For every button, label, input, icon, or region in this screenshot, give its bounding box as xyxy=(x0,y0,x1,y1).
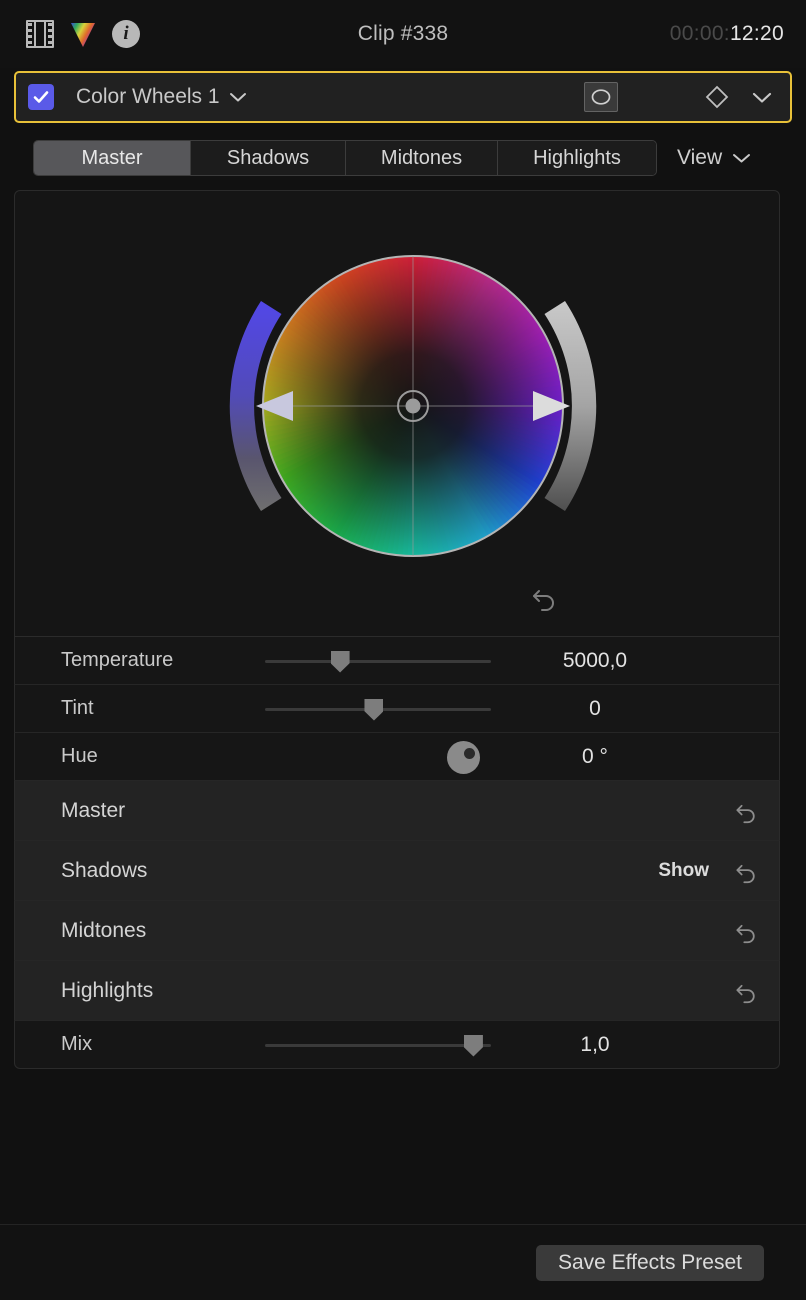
inspector-header: i Clip #338 00:00:12:20 xyxy=(0,0,806,68)
reset-arrow-icon[interactable] xyxy=(731,796,761,826)
master-color-wheel[interactable] xyxy=(193,211,633,601)
shadows-show-button[interactable]: Show xyxy=(658,860,709,882)
slider-track xyxy=(265,1043,491,1047)
section-midtones[interactable]: Midtones xyxy=(14,901,780,961)
temperature-value[interactable]: 5000,0 xyxy=(515,649,675,673)
mix-label: Mix xyxy=(61,1033,93,1055)
mix-value[interactable]: 1,0 xyxy=(515,1033,675,1057)
color-wheels-inspector: i Clip #338 00:00:12:20 Color Wheels 1 M… xyxy=(0,0,806,1300)
temperature-slider[interactable] xyxy=(265,637,491,685)
tab-highlights[interactable]: Highlights xyxy=(498,141,656,175)
tint-label: Tint xyxy=(61,697,94,719)
temperature-label: Temperature xyxy=(61,649,174,671)
inspector-footer: Save Effects Preset xyxy=(0,1224,806,1300)
tint-value[interactable]: 0 xyxy=(515,697,675,721)
wheel-tab-bar: Master Shadows Midtones Highlights View xyxy=(0,133,806,183)
timecode-lit: 12:20 xyxy=(729,22,784,45)
effect-header-row[interactable]: Color Wheels 1 xyxy=(14,71,792,123)
section-highlights[interactable]: Highlights xyxy=(14,961,780,1021)
effect-name-label: Color Wheels 1 xyxy=(76,85,220,108)
tab-master[interactable]: Master xyxy=(34,141,191,175)
row-temperature: Temperature 5000,0 xyxy=(14,637,780,685)
reset-arrow-icon[interactable] xyxy=(731,856,761,886)
slider-thumb[interactable] xyxy=(364,698,384,721)
timecode-dim: 00:00: xyxy=(669,22,730,45)
section-master[interactable]: Master xyxy=(14,781,780,841)
row-hue: Hue 0 ° xyxy=(14,733,780,781)
reset-arrow-icon[interactable] xyxy=(731,916,761,946)
slider-track xyxy=(265,659,491,663)
parameter-rows: Temperature 5000,0 Tint 0 Hue 0 ° Master xyxy=(14,637,780,1069)
section-master-label: Master xyxy=(61,798,126,822)
row-tint: Tint 0 xyxy=(14,685,780,733)
section-highlights-label: Highlights xyxy=(61,978,154,1002)
section-shadows[interactable]: Shadows Show xyxy=(14,841,780,901)
section-shadows-label: Shadows xyxy=(61,858,148,882)
tab-midtones[interactable]: Midtones xyxy=(346,141,498,175)
shape-mask-icon[interactable] xyxy=(584,82,618,112)
slider-thumb[interactable] xyxy=(330,650,350,673)
save-effects-preset-button[interactable]: Save Effects Preset xyxy=(535,1244,764,1281)
effect-collapse-chevron-down-icon[interactable] xyxy=(752,91,772,104)
diamond-keyframe-icon[interactable] xyxy=(704,84,730,110)
row-mix: Mix 1,0 xyxy=(14,1021,780,1069)
effect-enable-checkbox[interactable] xyxy=(28,84,54,110)
chevron-down-icon xyxy=(732,146,751,170)
checkmark-icon xyxy=(33,91,49,103)
timecode-display: 00:00:12:20 xyxy=(670,22,784,46)
wheel-reset-arrow-icon[interactable] xyxy=(527,580,561,614)
hue-label: Hue xyxy=(61,745,98,767)
mix-slider[interactable] xyxy=(265,1021,491,1069)
chevron-down-icon[interactable] xyxy=(229,91,247,103)
hue-value[interactable]: 0 ° xyxy=(515,745,675,769)
segmented-control: Master Shadows Midtones Highlights xyxy=(33,140,657,176)
hue-dial[interactable] xyxy=(447,741,480,774)
view-dropdown[interactable]: View xyxy=(677,146,751,170)
reset-arrow-icon[interactable] xyxy=(731,976,761,1006)
tint-slider[interactable] xyxy=(265,685,491,733)
tab-shadows[interactable]: Shadows xyxy=(191,141,346,175)
slider-thumb[interactable] xyxy=(463,1034,483,1057)
view-dropdown-label: View xyxy=(677,146,723,169)
section-midtones-label: Midtones xyxy=(61,918,147,942)
hue-dial-indicator xyxy=(464,748,475,759)
color-wheel-panel xyxy=(14,190,780,637)
